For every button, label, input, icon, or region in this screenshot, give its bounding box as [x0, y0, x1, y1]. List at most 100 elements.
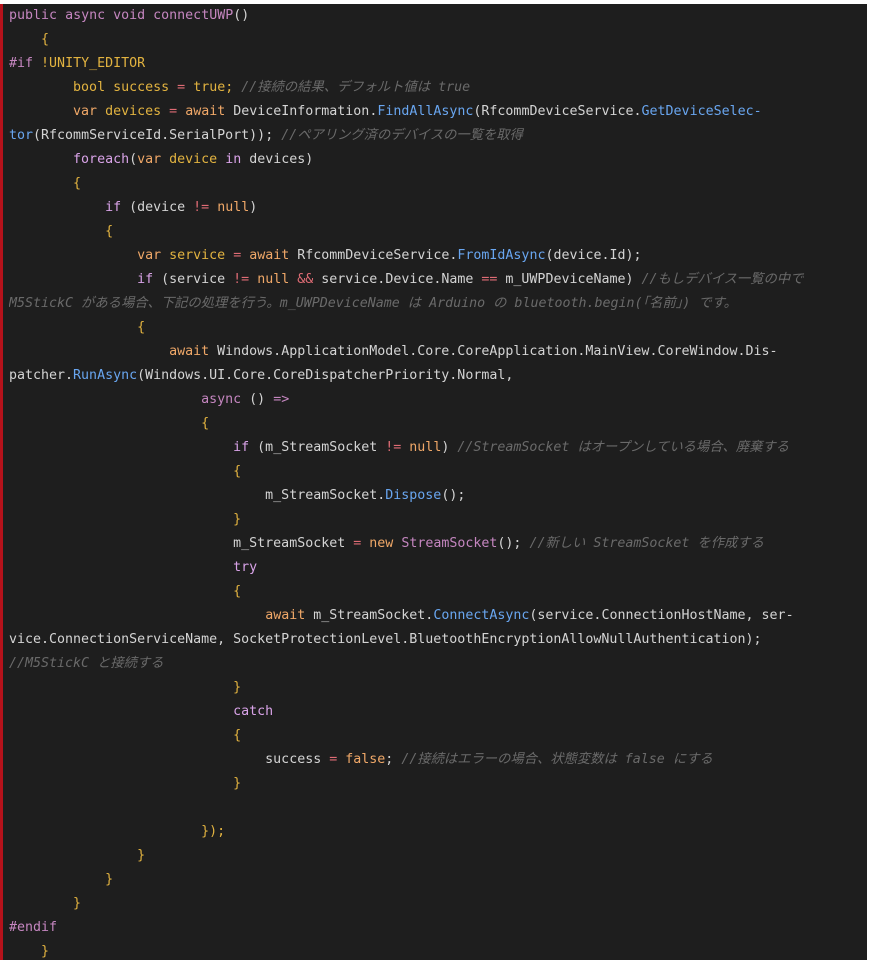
code-token: device	[169, 152, 218, 167]
code-token: )	[249, 200, 258, 215]
code-comment: //ペアリング済のデバイスの一覧を取得	[281, 128, 523, 143]
code-line: tor(RfcommServiceId.SerialPort)); //ペアリン…	[9, 124, 867, 148]
code-token: async	[65, 8, 106, 23]
code-token: devices	[105, 104, 162, 119]
code-token: {	[233, 584, 242, 599]
code-line: }	[9, 940, 867, 960]
code-line: {	[9, 172, 867, 196]
code-token: });	[201, 824, 226, 839]
code-token: #if	[9, 56, 34, 71]
code-line: success = false; //接続はエラーの場合、状態変数は false…	[9, 748, 867, 772]
code-token: Dispose	[385, 488, 442, 503]
code-token: await	[185, 104, 226, 119]
code-token: var	[73, 104, 98, 119]
code-token: }	[41, 944, 50, 959]
code-token: ConnectAsync	[433, 608, 530, 623]
code-token: ();	[497, 536, 522, 551]
code-token: new	[369, 536, 394, 551]
code-line: m_StreamSocket.Dispose();	[9, 484, 867, 508]
code-token: (device.Id);	[545, 248, 642, 263]
code-token: devices)	[241, 152, 314, 167]
code-comment: //新しい StreamSocket を作成する	[529, 536, 764, 551]
code-token: if	[137, 272, 154, 287]
code-token: (device	[121, 200, 194, 215]
code-token: (Windows.UI.Core.CoreDispatcherPriority.…	[137, 368, 514, 383]
code-token: await	[265, 608, 306, 623]
code-line: if (device != null)	[9, 196, 867, 220]
code-token: }	[233, 512, 242, 527]
code-line: var service = await RfcommDeviceService.…	[9, 244, 867, 268]
code-comment: //StreamSocket はオープンしている場合、廃棄する	[457, 440, 789, 455]
code-token: try	[233, 560, 258, 575]
code-token: void	[113, 8, 146, 23]
code-token: null	[257, 272, 290, 287]
code-line: catch	[9, 700, 867, 724]
code-token: (service.ConnectionHostName, ser-	[529, 608, 794, 623]
code-token: (service	[153, 272, 234, 287]
code-token: }	[233, 776, 242, 791]
code-token: m_StreamSocket.	[9, 488, 386, 503]
code-token: service	[169, 248, 226, 263]
code-token: if	[105, 200, 122, 215]
code-line: bool success = true; //接続の結果、デフォルト値は tru…	[9, 76, 867, 100]
code-token: }	[105, 872, 114, 887]
code-token: var	[137, 248, 162, 263]
code-comment: M5StickC がある場合、下記の処理を行う。m_UWPDeviceName …	[9, 296, 737, 311]
code-token: m_UWPDeviceName)	[497, 272, 634, 287]
code-comment: //接続の結果、デフォルト値は true	[241, 80, 471, 95]
code-token: public	[9, 8, 58, 23]
code-line: });	[9, 820, 867, 844]
code-token: true	[193, 80, 226, 95]
code-token: catch	[233, 704, 274, 719]
code-token: {	[137, 320, 146, 335]
code-line: async () =>	[9, 388, 867, 412]
code-token: RunAsync	[73, 368, 138, 383]
code-line: vice.ConnectionServiceName, SocketProtec…	[9, 628, 867, 652]
code-line: //M5StickC と接続する	[9, 652, 867, 676]
code-token: {	[233, 728, 242, 743]
code-line: patcher.RunAsync(Windows.UI.Core.CoreDis…	[9, 364, 867, 388]
code-token: }	[233, 680, 242, 695]
code-token: null	[217, 200, 250, 215]
code-token: (m_StreamSocket	[249, 440, 386, 455]
code-editor-panel[interactable]: public async void connectUWP() {#if !UNI…	[0, 4, 867, 960]
code-line: }	[9, 772, 867, 796]
code-token: FromIdAsync	[457, 248, 546, 263]
code-token: Windows.ApplicationModel.Core.CoreApplic…	[209, 344, 778, 359]
code-line: await m_StreamSocket.ConnectAsync(servic…	[9, 604, 867, 628]
code-token: {	[233, 464, 242, 479]
code-token: {	[73, 176, 82, 191]
code-token: false	[345, 752, 386, 767]
code-line: }	[9, 868, 867, 892]
code-token: =>	[273, 392, 290, 407]
code-line: #if !UNITY_EDITOR	[9, 52, 867, 76]
code-token: ()	[233, 8, 250, 23]
code-token: (RfcommServiceId.SerialPort));	[33, 128, 274, 143]
